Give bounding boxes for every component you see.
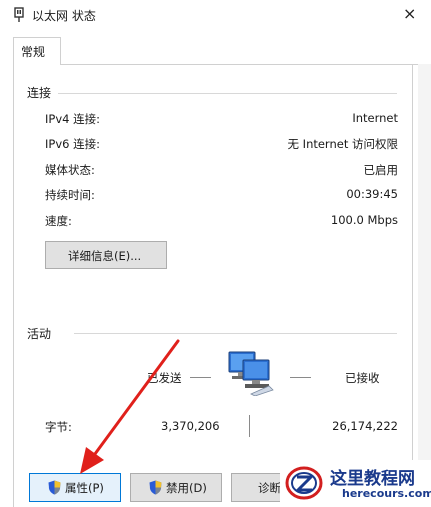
close-icon: × — [403, 4, 417, 23]
bytes-label: 字节: — [45, 420, 72, 434]
details-button-label: 详细信息(E)... — [68, 249, 142, 263]
sent-label: 已发送 — [147, 371, 182, 385]
duration-label: 持续时间: — [45, 188, 95, 202]
window-title: 以太网 状态 — [32, 9, 96, 23]
speed-value: 100.0 Mbps — [330, 213, 398, 227]
details-button[interactable]: 详细信息(E)... — [45, 241, 167, 269]
site-watermark: 这里教程网 herecours.com — [280, 460, 431, 507]
sent-dash — [190, 377, 211, 378]
general-panel — [13, 64, 413, 507]
properties-button-label: 属性(P) — [65, 481, 104, 495]
tab-general[interactable]: 常规 — [13, 37, 61, 65]
ipv4-label: IPv4 连接: — [45, 112, 100, 126]
ipv6-value: 无 Internet 访问权限 — [287, 137, 398, 151]
properties-button[interactable]: 属性(P) — [29, 473, 121, 502]
activity-section-label: 活动 — [27, 327, 52, 341]
disable-button[interactable]: 禁用(D) — [130, 473, 222, 502]
network-adapter-icon — [14, 7, 24, 22]
tab-general-label: 常规 — [21, 45, 46, 59]
ipv4-value: Internet — [352, 111, 398, 125]
connection-section-label: 连接 — [27, 86, 52, 100]
network-computers-icon — [228, 351, 274, 396]
watermark-name: 这里教程网 — [330, 469, 415, 489]
media-state-label: 媒体状态: — [45, 163, 95, 177]
received-dash — [290, 377, 311, 378]
bytes-divider — [249, 415, 250, 437]
ipv6-label: IPv6 连接: — [45, 137, 100, 151]
uac-shield-icon — [48, 480, 61, 495]
media-state-value: 已启用 — [363, 163, 399, 177]
uac-shield-icon — [149, 480, 162, 495]
activity-section-rule — [74, 333, 397, 334]
disable-button-label: 禁用(D) — [166, 481, 207, 495]
tab-strip: 常规 — [0, 37, 431, 65]
received-label: 已接收 — [345, 371, 380, 385]
watermark-logo-icon — [285, 466, 323, 500]
title-bar: 以太网 状态 × — [0, 0, 431, 30]
bytes-received-value: 26,174,222 — [332, 419, 398, 433]
connection-section-rule — [58, 93, 397, 94]
duration-value: 00:39:45 — [346, 187, 398, 201]
bytes-sent-value: 3,370,206 — [161, 419, 220, 433]
window-edge — [418, 64, 431, 507]
close-button[interactable]: × — [394, 0, 424, 28]
speed-label: 速度: — [45, 214, 72, 228]
watermark-url: herecours.com — [342, 487, 431, 500]
